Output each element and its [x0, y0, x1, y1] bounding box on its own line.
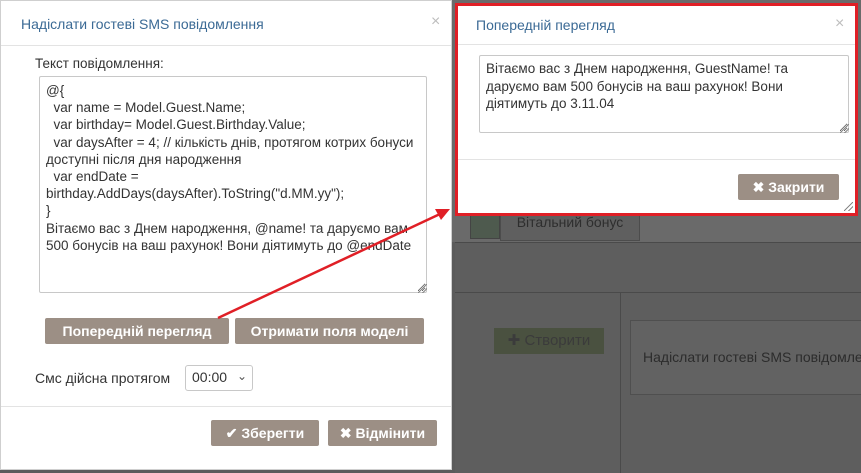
cancel-label: Відмінити [355, 425, 426, 441]
cancel-button[interactable]: ✖ Відмінити [328, 420, 437, 446]
background-card: Надіслати гостеві SMS повідомле [630, 320, 861, 395]
resize-handle[interactable] [840, 124, 849, 133]
send-sms-modal: Надіслати гостеві SMS повідомлення × Тек… [0, 0, 452, 470]
check-icon: ✔ [225, 425, 242, 441]
preview-modal-title: Попередній перегляд [476, 17, 615, 33]
close-icon[interactable]: × [431, 13, 440, 31]
preview-modal: Попередній перегляд × Вітаємо вас з Днем… [455, 3, 858, 216]
validity-value: 00:00 [192, 369, 228, 385]
times-icon: ✖ [339, 425, 356, 441]
divider [455, 292, 861, 293]
header-divider [1, 45, 451, 46]
modal-resize-handle[interactable] [844, 202, 853, 211]
preview-text-box[interactable]: Вітаємо вас з Днем народження, GuestName… [479, 55, 849, 133]
save-label: Зберегти [241, 425, 305, 441]
divider [620, 292, 621, 473]
save-button[interactable]: ✔ Зберегти [211, 420, 319, 446]
message-label: Текст повідомлення: [35, 56, 164, 71]
plus-icon: ✚ [507, 332, 525, 349]
chevron-down-icon: ⌄ [236, 369, 247, 383]
times-icon: ✖ [752, 179, 769, 195]
footer-divider [1, 406, 451, 407]
close-label: Закрити [768, 179, 825, 195]
create-button: ✚ Створити [494, 328, 604, 354]
close-icon[interactable]: × [835, 15, 844, 33]
modal-title: Надіслати гостеві SMS повідомлення [21, 16, 264, 32]
resize-handle[interactable] [418, 284, 427, 293]
get-model-fields-button[interactable]: Отримати поля моделі [235, 318, 424, 344]
validity-select[interactable]: 00:00 ⌄ [185, 365, 253, 391]
message-textarea[interactable]: @{ var name = Model.Guest.Name; var birt… [39, 76, 427, 293]
close-button[interactable]: ✖ Закрити [738, 174, 839, 200]
validity-label: Смс дійсна протягом [35, 370, 171, 386]
create-label: Створити [524, 332, 591, 349]
footer-divider [458, 159, 855, 160]
preview-button[interactable]: Попередній перегляд [45, 318, 229, 344]
divider [455, 242, 861, 243]
header-divider [458, 44, 855, 45]
